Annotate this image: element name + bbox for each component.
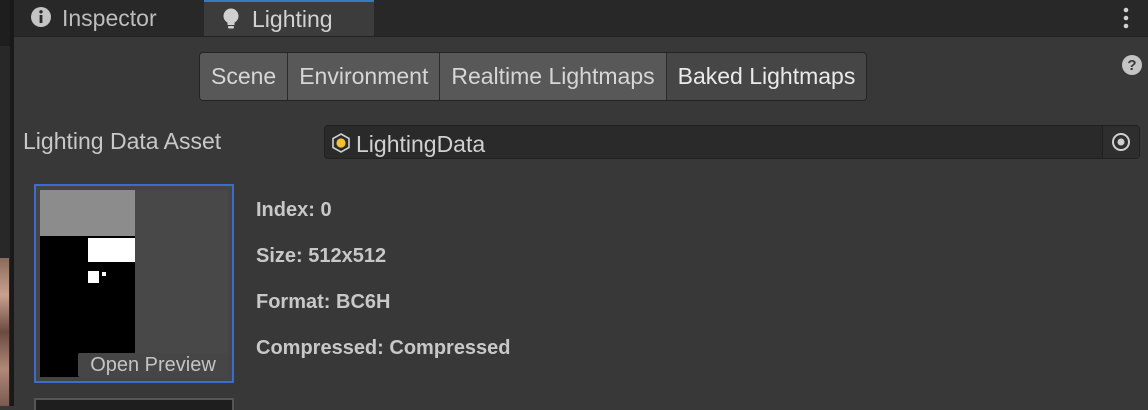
lightmap-format: Format: BC6H — [256, 291, 391, 313]
baked-lightmaps-tab-button[interactable]: Baked Lightmaps — [666, 53, 867, 100]
realtime-lightmaps-tab-button[interactable]: Realtime Lightmaps — [440, 53, 667, 100]
lightmap-compressed: Compressed: Compressed — [256, 337, 511, 359]
info-icon — [30, 6, 54, 30]
lightmap-preview-next[interactable] — [34, 398, 234, 410]
scene-view-edge — [0, 0, 14, 406]
more-options-icon[interactable] — [1122, 6, 1130, 30]
lighting-data-asset-value: LightingData — [356, 131, 486, 157]
help-icon[interactable]: ? — [1121, 54, 1143, 76]
tab-bar: Inspector Lighting — [14, 0, 1148, 37]
object-picker-icon[interactable] — [1102, 126, 1139, 158]
lighting-data-asset-field[interactable]: LightingData — [324, 125, 1140, 159]
scene-view-image-edge — [0, 258, 9, 406]
scene-view-toolbar-edge — [0, 0, 10, 46]
scene-tab-button[interactable]: Scene — [200, 53, 289, 100]
tab-lighting[interactable]: Lighting — [204, 0, 374, 36]
lightmap-size: Size: 512x512 — [256, 245, 387, 267]
tab-lighting-label: Lighting — [252, 5, 333, 32]
open-preview-button[interactable]: Open Preview — [78, 353, 228, 377]
window-divider[interactable] — [10, 0, 14, 406]
tab-inspector-label: Inspector — [62, 4, 157, 31]
svg-text:?: ? — [1127, 57, 1136, 74]
lightbulb-icon — [220, 7, 244, 31]
environment-tab-button[interactable]: Environment — [288, 53, 441, 100]
lightmap-texture — [40, 190, 228, 377]
tab-inspector[interactable]: Inspector — [30, 0, 157, 36]
lighting-mode-toolbar: Scene Environment Realtime Lightmaps Bak… — [199, 52, 868, 101]
lightmap-index: Index: 0 — [256, 199, 332, 221]
lighting-data-asset-label: Lighting Data Asset — [23, 128, 222, 154]
lighting-data-asset-icon — [331, 133, 351, 153]
